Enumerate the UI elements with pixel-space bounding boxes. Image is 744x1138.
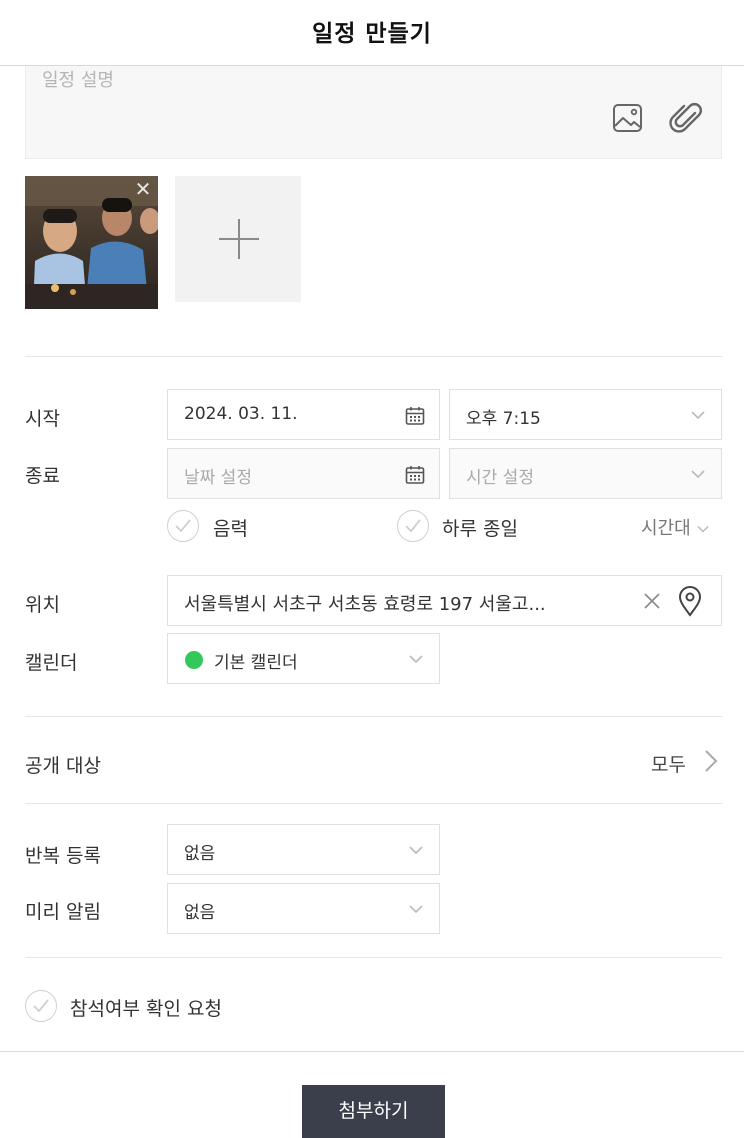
calendar-select[interactable]: 기본 캘린더: [167, 633, 440, 684]
end-date-field[interactable]: 날짜 설정: [167, 448, 440, 499]
start-time-value: 오후 7:15: [466, 409, 541, 429]
end-time-placeholder: 시간 설정: [466, 468, 534, 488]
timezone-label: 시간대: [641, 518, 691, 539]
description-textarea[interactable]: 일정 설명: [25, 66, 722, 159]
calendar-color-dot: [185, 651, 203, 669]
timezone-select[interactable]: 시간대: [641, 514, 709, 540]
attached-image-thumbnail[interactable]: ✕: [25, 176, 158, 309]
lunar-label: 음력: [213, 518, 248, 540]
calendar-value: 기본 캘린더: [214, 653, 298, 673]
location-label: 위치: [25, 594, 60, 616]
calendar-label: 캘린더: [25, 652, 78, 674]
start-label: 시작: [25, 408, 60, 430]
repeat-label: 반복 등록: [25, 845, 101, 867]
repeat-select[interactable]: 없음: [167, 824, 440, 875]
description-placeholder: 일정 설명: [42, 70, 114, 91]
rsvp-checkbox[interactable]: [25, 990, 57, 1022]
all-day-label: 하루 종일: [442, 518, 518, 540]
map-pin-icon[interactable]: [677, 585, 703, 617]
start-time-select[interactable]: 오후 7:15: [449, 389, 722, 440]
chevron-down-icon: [691, 470, 705, 479]
rsvp-label: 참석여부 확인 요청: [70, 998, 222, 1020]
attach-button[interactable]: 첨부하기: [302, 1085, 445, 1138]
paperclip-icon[interactable]: [668, 100, 704, 136]
footer-divider: [0, 1051, 744, 1052]
visibility-label: 공개 대상: [25, 755, 101, 777]
page-title: 일정 만들기: [312, 21, 432, 47]
calendar-icon: [405, 466, 425, 484]
divider: [25, 803, 722, 804]
all-day-checkbox[interactable]: [397, 510, 429, 542]
reminder-value: 없음: [184, 903, 216, 923]
divider: [25, 716, 722, 717]
add-image-button[interactable]: [175, 176, 301, 302]
calendar-icon: [405, 407, 425, 425]
chevron-right-icon[interactable]: [703, 748, 719, 774]
reminder-select[interactable]: 없음: [167, 883, 440, 934]
chevron-down-icon: [409, 905, 423, 914]
chevron-down-icon: [697, 525, 709, 533]
reminder-label: 미리 알림: [25, 901, 101, 923]
start-date-value: 2024. 03. 11.: [184, 404, 298, 424]
location-field[interactable]: 서울특별시 서초구 서초동 효령로 197 서울고...: [167, 575, 722, 626]
divider: [25, 957, 722, 958]
header: 일정 만들기: [0, 0, 744, 66]
end-label: 종료: [25, 465, 60, 487]
visibility-value[interactable]: 모두: [651, 750, 686, 777]
image-upload-icon[interactable]: [612, 102, 644, 134]
location-value: 서울특별시 서초구 서초동 효령로 197 서울고...: [184, 594, 546, 615]
clear-location-close-icon[interactable]: [643, 592, 661, 610]
check-icon: [175, 519, 191, 533]
chevron-down-icon: [409, 655, 423, 664]
remove-image-close-icon[interactable]: ✕: [132, 178, 154, 200]
repeat-value: 없음: [184, 844, 216, 864]
lunar-checkbox[interactable]: [167, 510, 199, 542]
chevron-down-icon: [691, 411, 705, 420]
divider: [25, 356, 722, 357]
check-icon: [405, 519, 421, 533]
chevron-down-icon: [409, 846, 423, 855]
end-date-placeholder: 날짜 설정: [184, 468, 252, 488]
end-time-select[interactable]: 시간 설정: [449, 448, 722, 499]
start-date-field[interactable]: 2024. 03. 11.: [167, 389, 440, 440]
check-icon: [33, 999, 49, 1013]
